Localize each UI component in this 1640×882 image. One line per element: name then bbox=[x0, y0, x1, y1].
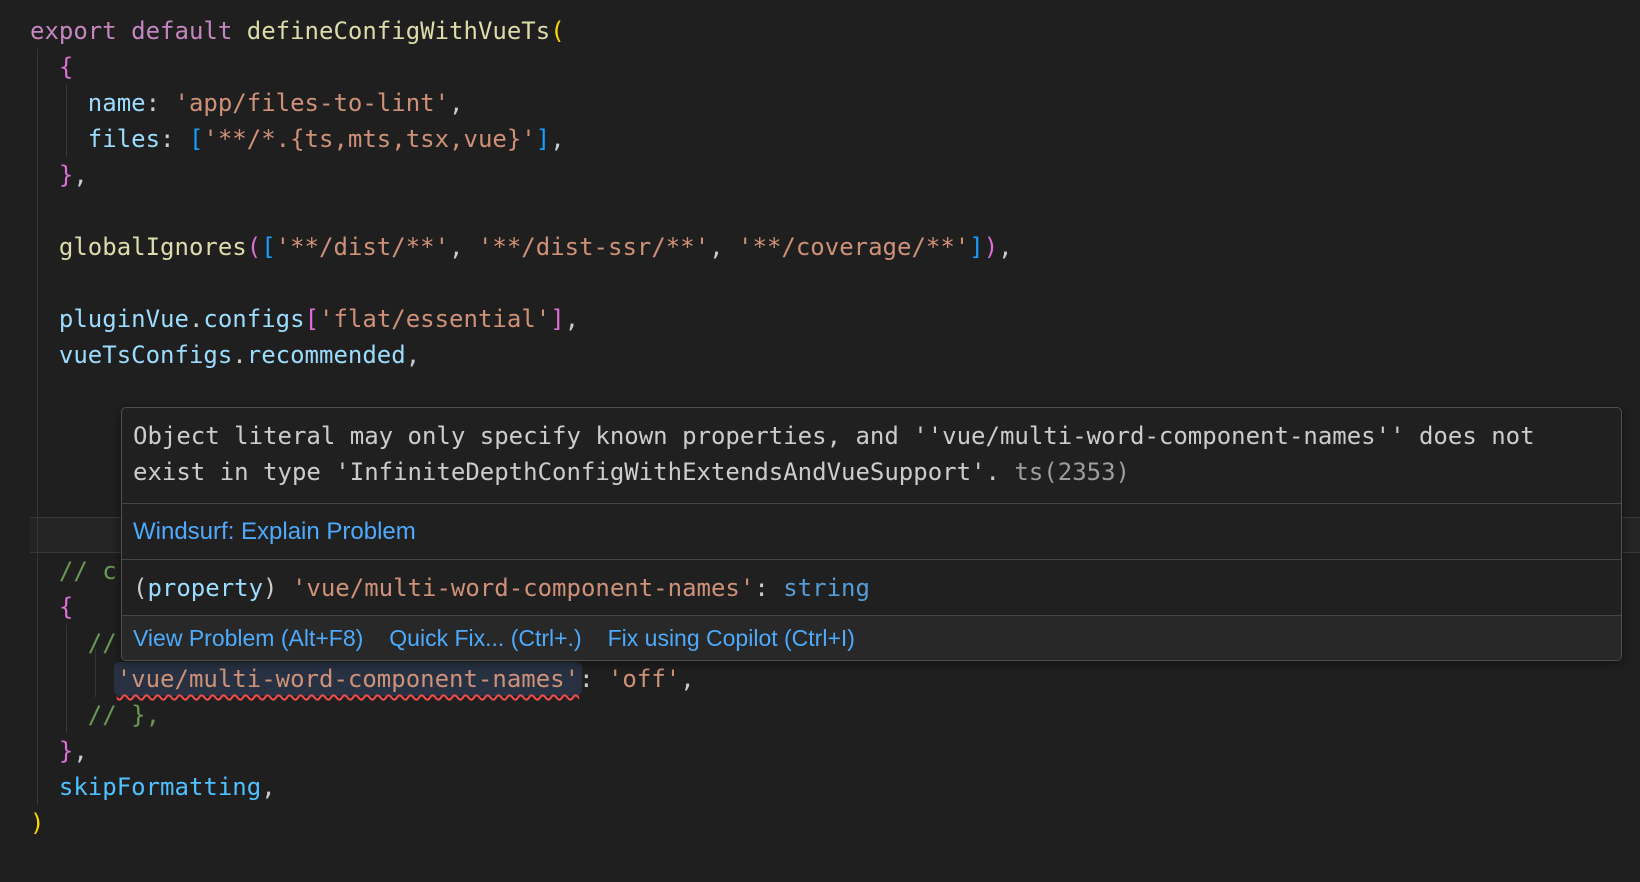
code-token: ] bbox=[535, 125, 551, 153]
error-message-text: Object literal may only specify known pr… bbox=[133, 422, 1535, 486]
code-token: '**/dist-ssr/**' bbox=[477, 233, 710, 261]
code-token: : bbox=[160, 125, 189, 153]
code-token: [ bbox=[261, 233, 276, 261]
code-token: , bbox=[449, 233, 478, 261]
code-token: , bbox=[998, 233, 1013, 261]
code-line[interactable]: skipFormatting, bbox=[30, 769, 1013, 805]
code-token: } bbox=[58, 737, 74, 765]
property-type-info: (property) 'vue/multi-word-component-nam… bbox=[122, 559, 1621, 615]
code-token: '**/*.{ts,mts,tsx,vue}' bbox=[203, 125, 536, 153]
fix-using-copilot-link[interactable]: Fix using Copilot (Ctrl+I) bbox=[608, 625, 855, 652]
property-info-token: ( bbox=[133, 573, 148, 602]
error-token[interactable]: 'vue/multi-word-component-names' bbox=[116, 665, 580, 693]
code-token: , bbox=[680, 665, 695, 693]
code-token: , bbox=[550, 125, 565, 153]
code-token: : bbox=[145, 89, 175, 117]
code-token: defineConfigWithVueTs bbox=[246, 17, 551, 45]
code-line[interactable]: pluginVue.configs['flat/essential'], bbox=[30, 301, 1013, 337]
code-line[interactable]: ) bbox=[30, 805, 1013, 841]
code-line[interactable]: globalIgnores(['**/dist/**', '**/dist-ss… bbox=[30, 229, 1013, 265]
property-info-token: 'vue/multi-word-component-names' bbox=[291, 573, 755, 602]
view-problem-link[interactable]: View Problem (Alt+F8) bbox=[133, 625, 363, 652]
code-token: [ bbox=[188, 125, 204, 153]
code-editor[interactable]: export default defineConfigWithVueTs( { … bbox=[0, 0, 1640, 882]
code-token: , bbox=[709, 233, 739, 261]
code-token: , bbox=[405, 341, 421, 369]
code-token: ] bbox=[550, 305, 565, 333]
code-token: '**/coverage/**' bbox=[738, 233, 970, 261]
code-token: , bbox=[73, 161, 88, 189]
code-line[interactable]: vueTsConfigs.recommended, bbox=[30, 337, 1013, 373]
code-token: ( bbox=[246, 233, 262, 261]
code-token: 'flat/essential' bbox=[319, 305, 551, 333]
code-token: // }, bbox=[30, 701, 161, 729]
code-token: ) bbox=[983, 233, 999, 261]
code-line[interactable]: }, bbox=[30, 733, 1013, 769]
code-token: , bbox=[73, 737, 88, 765]
code-token: 'off' bbox=[607, 665, 681, 693]
property-info-token: property bbox=[147, 573, 264, 602]
code-token: ) bbox=[30, 809, 45, 837]
code-token: skipFormatting bbox=[58, 773, 262, 801]
windsurf-row: Windsurf: Explain Problem bbox=[122, 503, 1621, 559]
code-token: [ bbox=[304, 305, 320, 333]
code-token: configs bbox=[203, 305, 305, 333]
code-token: name bbox=[87, 89, 146, 117]
code-token: export default bbox=[30, 17, 247, 45]
code-line[interactable]: { bbox=[30, 49, 1013, 85]
error-code: ts(2353) bbox=[1014, 458, 1130, 486]
error-hover-tooltip: Object literal may only specify known pr… bbox=[121, 407, 1622, 661]
code-token: // bbox=[30, 629, 117, 657]
code-token: , bbox=[261, 773, 276, 801]
code-line[interactable] bbox=[30, 373, 1013, 409]
code-token: '**/dist/**' bbox=[275, 233, 450, 261]
code-token: globalIgnores bbox=[58, 233, 247, 261]
code-token: } bbox=[58, 161, 74, 189]
code-token: ] bbox=[969, 233, 984, 261]
code-token: { bbox=[58, 53, 74, 81]
code-token: files bbox=[87, 125, 161, 153]
code-token: , bbox=[449, 89, 464, 117]
code-token: . bbox=[188, 305, 204, 333]
code-token: : bbox=[579, 665, 608, 693]
code-token: 'app/files-to-lint' bbox=[174, 89, 450, 117]
code-line[interactable]: 'vue/multi-word-component-names': 'off', bbox=[30, 661, 1013, 697]
property-info-token: : bbox=[754, 573, 784, 602]
code-token: , bbox=[564, 305, 580, 333]
code-line[interactable]: }, bbox=[30, 157, 1013, 193]
code-line[interactable]: export default defineConfigWithVueTs( bbox=[30, 13, 1013, 49]
code-token: vueTsConfigs bbox=[58, 341, 233, 369]
code-token: // c bbox=[30, 557, 117, 585]
code-line[interactable] bbox=[30, 265, 1013, 301]
property-info-token: string bbox=[783, 573, 870, 602]
hover-actions: View Problem (Alt+F8) Quick Fix... (Ctrl+… bbox=[122, 615, 1621, 660]
code-token: . bbox=[232, 341, 247, 369]
code-token: ( bbox=[550, 17, 565, 45]
error-message: Object literal may only specify known pr… bbox=[122, 408, 1621, 503]
quick-fix-link[interactable]: Quick Fix... (Ctrl+.) bbox=[389, 625, 581, 652]
code-line[interactable]: files: ['**/*.{ts,mts,tsx,vue}'], bbox=[30, 121, 1013, 157]
windsurf-explain-problem-link[interactable]: Windsurf: Explain Problem bbox=[133, 518, 416, 546]
code-line[interactable]: // }, bbox=[30, 697, 1013, 733]
code-token: { bbox=[58, 593, 74, 621]
property-info-token: ) bbox=[263, 573, 292, 602]
code-token: recommended bbox=[246, 341, 406, 369]
code-line[interactable] bbox=[30, 193, 1013, 229]
code-token: pluginVue bbox=[58, 305, 189, 333]
code-line[interactable]: name: 'app/files-to-lint', bbox=[30, 85, 1013, 121]
